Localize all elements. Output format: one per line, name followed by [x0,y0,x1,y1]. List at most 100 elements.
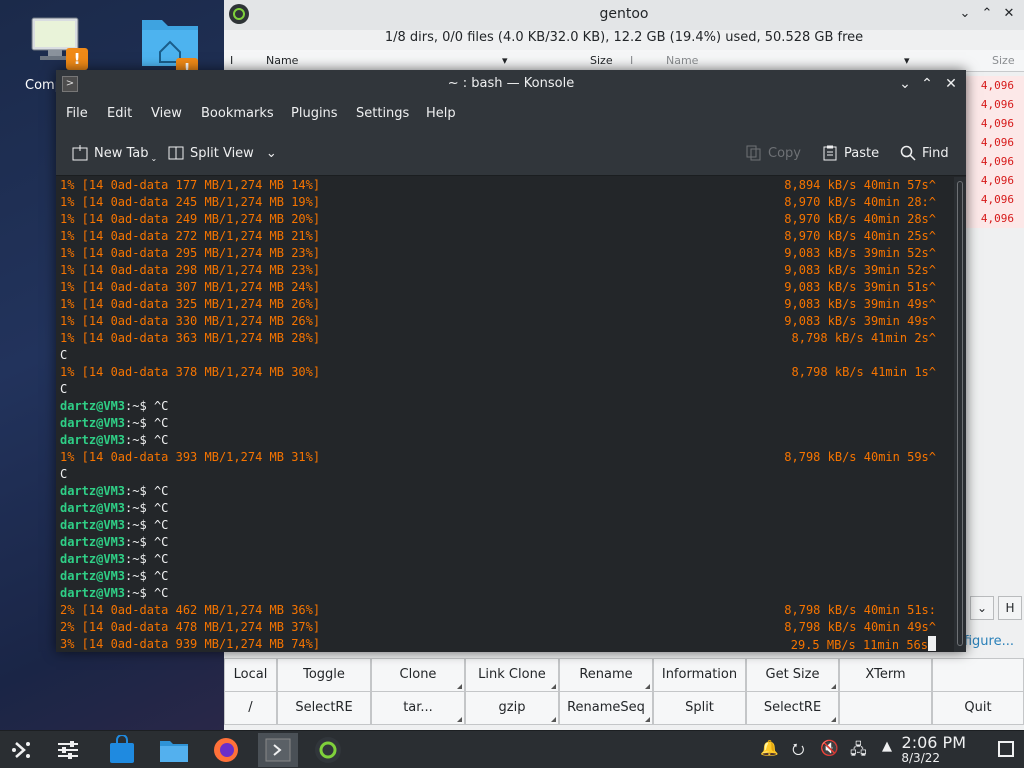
progress-rate-text: 9,083 kB/s 39min 51s^ [784,280,936,294]
terminal-line: 1% [14 0ad-data 272 MB/1,274 MB 21%] 8,97… [60,228,954,245]
scrollbar-thumb[interactable] [957,181,963,646]
settings-sliders-icon[interactable] [52,735,84,765]
command-button[interactable]: Toggle [277,658,371,692]
terminal-scrollbar[interactable] [954,177,966,652]
size-cell: 4,096 [980,136,1014,149]
copy-button[interactable]: Copy [746,142,801,164]
progress-rate-text: 9,083 kB/s 39min 52s^ [784,246,936,260]
terminal-line: dartz@VM3:~$ ^C [60,551,954,568]
updates-icon[interactable]: ⭮ [792,739,805,764]
progress-rate-text: 9,083 kB/s 39min 52s^ [784,263,936,277]
chevron-down-icon[interactable]: ⌄ [970,596,994,620]
close-icon[interactable]: ✕ [942,75,960,93]
maximize-icon[interactable]: ⌃ [978,5,996,23]
software-store-icon[interactable] [106,735,138,765]
new-tab-icon [72,145,88,161]
menu-item[interactable]: File [66,106,88,121]
file-manager-icon[interactable] [158,735,190,765]
terminal-line: dartz@VM3:~$ ^C [60,585,954,602]
command-button[interactable]: tar... [371,691,465,725]
menu-item[interactable]: Bookmarks [201,106,274,121]
command-button[interactable]: Information [653,658,746,692]
command-button[interactable]: gzip [465,691,559,725]
h-button[interactable]: H [998,596,1022,620]
progress-text: 1% [14 0ad-data 378 MB/1,274 MB 30%] [60,365,321,379]
col-name[interactable]: Name [266,54,298,67]
clock-time[interactable]: 2:06 PM [902,733,966,752]
progress-text: 1% [14 0ad-data 177 MB/1,274 MB 14%] [60,178,321,192]
terminal-line: 2% [14 0ad-data 478 MB/1,274 MB 37%] 8,79… [60,619,954,636]
find-button[interactable]: Find [900,142,949,164]
sort-arrow-icon[interactable]: ▾ [904,54,910,67]
command-button[interactable]: SelectRE [277,691,371,725]
command-button[interactable]: Quit [932,691,1024,725]
network-icon[interactable]: 🖧 [850,739,867,764]
clock-date[interactable]: 8/3/22 [901,751,940,765]
terminal-output[interactable]: 1% [14 0ad-data 177 MB/1,274 MB 14%] 8,89… [56,177,954,652]
progress-rate: 9,083 kB/s 39min 52s^ [784,245,936,262]
command-button[interactable]: RenameSeq [559,691,653,725]
volume-muted-icon[interactable]: 🔇 [820,739,839,757]
command-button[interactable] [839,691,932,725]
gentoo-task-icon[interactable] [312,735,344,765]
paste-button[interactable]: Paste [822,142,879,164]
split-view-button[interactable]: Split View ⌄ [168,142,277,164]
command-button[interactable]: XTerm [839,658,932,692]
menu-item[interactable]: View [151,106,182,121]
command-button[interactable]: / [224,691,277,725]
command-button[interactable]: Link Clone [465,658,559,692]
prompt-suffix: :~$ [125,535,154,549]
close-icon[interactable]: ✕ [1000,5,1018,23]
terminal-icon [265,738,291,762]
progress-text: 1% [14 0ad-data 307 MB/1,274 MB 24%] [60,280,321,294]
col-flag[interactable]: I [230,54,233,67]
progress-rate: 8,798 kB/s 40min 49s^ [784,619,936,636]
terminal-line: 1% [14 0ad-data 307 MB/1,274 MB 24%] 9,08… [60,279,954,296]
menu-item[interactable]: Edit [107,106,132,121]
command-button[interactable]: SelectRE [746,691,839,725]
prompt-suffix: :~$ [125,569,154,583]
command-button[interactable]: Rename [559,658,653,692]
notifications-icon[interactable]: 🔔 [760,739,779,757]
sort-arrow-icon[interactable]: ▾ [502,54,508,67]
prompt-suffix: :~$ [125,416,154,430]
terminal-line: 1% [14 0ad-data 393 MB/1,274 MB 31%] 8,79… [60,449,954,466]
menu-item[interactable]: Settings [356,106,409,121]
show-desktop-icon[interactable] [998,741,1014,757]
window-title: gentoo [599,6,649,22]
command-button[interactable]: Local [224,658,277,692]
chevron-down-icon[interactable]: ⌄ [266,146,277,161]
terminal-line: dartz@VM3:~$ ^C [60,432,954,449]
figure-link[interactable]: figure... [964,634,1014,649]
menu-item[interactable]: Plugins [291,106,338,121]
file-list-header: I Name ▾ Size I Name ▾ Size [224,50,1024,72]
terminal-line: 1% [14 0ad-data 298 MB/1,274 MB 23%] 9,08… [60,262,954,279]
tray-expand-icon[interactable]: ▲ [882,739,892,754]
new-tab-button[interactable]: New Tab ⌄ [72,142,157,164]
command-button[interactable] [932,658,1024,692]
col-name-right[interactable]: Name [666,54,698,67]
paste-label: Paste [844,145,880,161]
konsole-task-icon[interactable] [258,733,298,767]
menu-item[interactable]: Help [426,106,456,121]
size-cell: 4,096 [980,79,1014,92]
firefox-icon[interactable] [210,735,242,765]
minimize-icon[interactable]: ⌄ [896,75,914,93]
progress-rate-text: 8,798 kB/s 40min 51s: [784,603,936,617]
app-launcher-icon[interactable] [6,735,38,765]
col-flag-right[interactable]: I [630,54,633,67]
terminal-line: 1% [14 0ad-data 249 MB/1,274 MB 20%] 8,97… [60,211,954,228]
command-button[interactable]: Split [653,691,746,725]
panel-controls: ⌄ H [964,596,1024,622]
file-manager-titlebar[interactable]: gentoo ⌄ ⌃ ✕ [224,0,1024,30]
command-button[interactable]: Clone [371,658,465,692]
prompt-suffix: :~$ [125,552,154,566]
menu-corner-icon [831,684,836,689]
progress-text: 1% [14 0ad-data 272 MB/1,274 MB 21%] [60,229,321,243]
konsole-titlebar[interactable]: > ~ : bash — Konsole ⌄ ⌃ ✕ [56,70,966,98]
col-size-right[interactable]: Size [992,54,1015,67]
minimize-icon[interactable]: ⌄ [956,5,974,23]
col-size[interactable]: Size [590,54,613,67]
command-button[interactable]: Get Size [746,658,839,692]
maximize-icon[interactable]: ⌃ [918,75,936,93]
